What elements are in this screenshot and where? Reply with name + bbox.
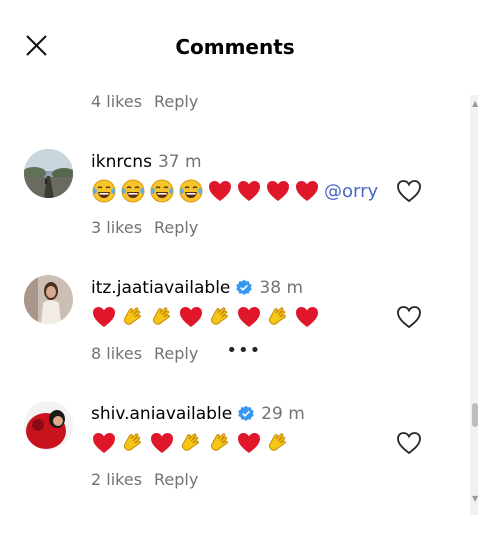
likes-count[interactable]: 2 likes [91, 470, 142, 489]
clap-emoji-icon [149, 304, 175, 330]
page-title: Comments [175, 35, 295, 59]
heart-emoji-icon [91, 430, 117, 456]
verified-badge-icon [236, 279, 253, 296]
comment-header: itz.jaatiavailable 38 m [91, 278, 303, 298]
grin-tears-emoji-icon [120, 178, 146, 204]
avatar[interactable] [24, 149, 73, 198]
clap-emoji-icon [265, 430, 291, 456]
scroll-up-arrow-icon[interactable]: ▲ [472, 99, 478, 108]
heart-emoji-icon [207, 178, 233, 204]
clap-emoji-icon [265, 304, 291, 330]
grin-tears-emoji-icon [149, 178, 175, 204]
likes-count[interactable]: 8 likes [91, 344, 142, 363]
verified-badge-icon [238, 405, 254, 422]
comment-header: iknrcns 37 m [91, 152, 202, 172]
reply-button[interactable]: Reply [154, 344, 198, 363]
comment-meta: 4 likes Reply [91, 92, 198, 111]
like-heart-icon[interactable] [396, 431, 422, 455]
comment-text [91, 430, 294, 456]
timestamp: 29 m [261, 404, 305, 424]
clap-emoji-icon [207, 304, 233, 330]
heart-emoji-icon [265, 178, 291, 204]
comment-header: shiv.aniavailable 29 m [91, 404, 305, 424]
like-heart-icon[interactable] [396, 179, 422, 203]
scrollbar-track[interactable] [470, 95, 478, 515]
comment-meta: 3 likes Reply [91, 218, 198, 237]
heart-emoji-icon [294, 304, 320, 330]
clap-emoji-icon [207, 430, 233, 456]
heart-emoji-icon [236, 304, 262, 330]
comment-text [91, 304, 323, 330]
comment-meta: 2 likes Reply [91, 470, 198, 489]
more-options-icon[interactable]: ••• [226, 341, 261, 359]
header: Comments [0, 0, 478, 96]
heart-emoji-icon [178, 304, 204, 330]
reply-button[interactable]: Reply [154, 218, 198, 237]
comment-meta: 8 likes Reply ••• [91, 341, 261, 363]
avatar[interactable] [24, 275, 73, 324]
timestamp: 37 m [157, 152, 202, 172]
like-heart-icon[interactable] [396, 305, 422, 329]
reply-button[interactable]: Reply [154, 92, 198, 111]
clap-emoji-icon [178, 430, 204, 456]
grin-tears-emoji-icon [178, 178, 204, 204]
mention-link[interactable]: @orry [324, 181, 378, 202]
heart-emoji-icon [91, 304, 117, 330]
likes-count[interactable]: 4 likes [91, 92, 142, 111]
heart-emoji-icon [149, 430, 175, 456]
username[interactable]: shiv.aniavailable [91, 404, 232, 424]
scrollbar-thumb[interactable] [472, 403, 478, 427]
clap-emoji-icon [120, 304, 146, 330]
avatar[interactable] [24, 401, 73, 450]
grin-tears-emoji-icon [91, 178, 117, 204]
username[interactable]: itz.jaatiavailable [91, 278, 230, 298]
heart-emoji-icon [294, 178, 320, 204]
username[interactable]: iknrcns [91, 152, 152, 172]
scroll-down-arrow-icon[interactable]: ▼ [472, 494, 478, 503]
comment-text: @orry [91, 178, 378, 204]
heart-emoji-icon [236, 178, 262, 204]
reply-button[interactable]: Reply [154, 470, 198, 489]
likes-count[interactable]: 3 likes [91, 218, 142, 237]
heart-emoji-icon [236, 430, 262, 456]
clap-emoji-icon [120, 430, 146, 456]
timestamp: 38 m [259, 278, 304, 298]
